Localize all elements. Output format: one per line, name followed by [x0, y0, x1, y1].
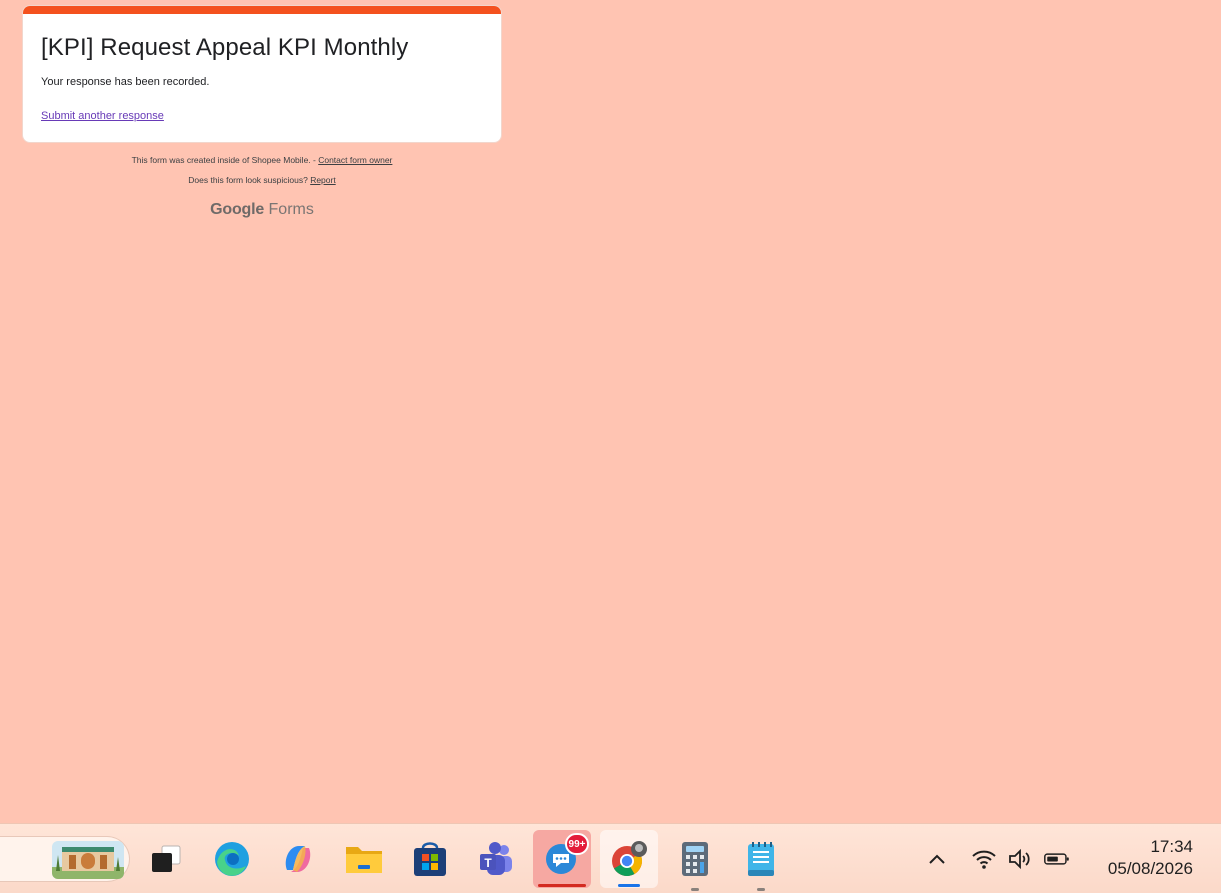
weather-widget-image — [52, 841, 124, 879]
edge-icon — [215, 842, 249, 876]
file-explorer-button[interactable] — [335, 830, 393, 888]
clock[interactable]: 17:34 05/08/2026 — [1108, 836, 1193, 880]
google-forms-logo[interactable]: Google Forms — [22, 201, 502, 219]
form-confirmation-card: [KPI] Request Appeal KPI Monthly Your re… — [22, 5, 502, 143]
svg-text:T: T — [484, 856, 492, 870]
submit-another-response-link[interactable]: Submit another response — [41, 110, 164, 122]
teams-button[interactable]: T — [467, 830, 525, 888]
volume-icon — [1009, 848, 1030, 870]
chrome-button[interactable] — [600, 830, 658, 888]
confirmation-message: Your response has been recorded. — [41, 76, 210, 88]
form-created-notice: This form was created inside of Shopee M… — [22, 155, 502, 165]
task-view-icon — [152, 845, 181, 872]
active-app-indicator — [538, 884, 586, 887]
folder-icon — [346, 847, 382, 873]
form-accent-bar — [23, 6, 501, 14]
report-link[interactable]: Report — [310, 175, 336, 185]
notepad-button[interactable] — [732, 830, 790, 891]
chrome-icon — [612, 841, 647, 877]
running-app-indicator — [757, 888, 765, 891]
contact-form-owner-link[interactable]: Contact form owner — [318, 155, 392, 165]
volume-button[interactable] — [1007, 846, 1033, 872]
running-app-indicator — [691, 888, 699, 891]
wifi-button[interactable] — [971, 846, 997, 872]
active-app-indicator — [618, 884, 640, 887]
form-title: [KPI] Request Appeal KPI Monthly — [41, 34, 409, 61]
form-suspicious-text: Does this form look suspicious? — [188, 175, 311, 185]
widgets-button[interactable] — [0, 836, 130, 882]
task-view-button[interactable] — [137, 830, 195, 888]
chevron-up-icon — [929, 854, 945, 864]
chat-app-button[interactable]: 99+ — [533, 830, 591, 888]
teams-icon: T — [480, 842, 512, 875]
notification-badge: 99+ — [565, 833, 589, 855]
copilot-button[interactable] — [269, 830, 327, 888]
form-created-text: This form was created inside of Shopee M… — [131, 155, 319, 165]
store-icon — [414, 842, 446, 876]
google-logo-text: Google — [210, 201, 265, 218]
battery-icon — [1044, 853, 1069, 865]
copilot-icon — [285, 846, 311, 872]
notepad-icon — [748, 842, 774, 876]
battery-button[interactable] — [1044, 846, 1070, 872]
clock-time: 17:34 — [1150, 837, 1193, 856]
calculator-icon — [682, 842, 708, 876]
forms-logo-text: Forms — [268, 201, 314, 218]
clock-date: 05/08/2026 — [1107, 859, 1193, 878]
form-suspicious-notice: Does this form look suspicious? Report — [22, 175, 502, 185]
calculator-button[interactable] — [666, 830, 724, 891]
edge-button[interactable] — [203, 830, 261, 888]
microsoft-store-button[interactable] — [401, 830, 459, 888]
taskbar: T 99+ 17:34 05/08/2026 — [0, 823, 1221, 893]
show-hidden-icons-button[interactable] — [924, 846, 950, 872]
wifi-icon — [972, 850, 996, 869]
